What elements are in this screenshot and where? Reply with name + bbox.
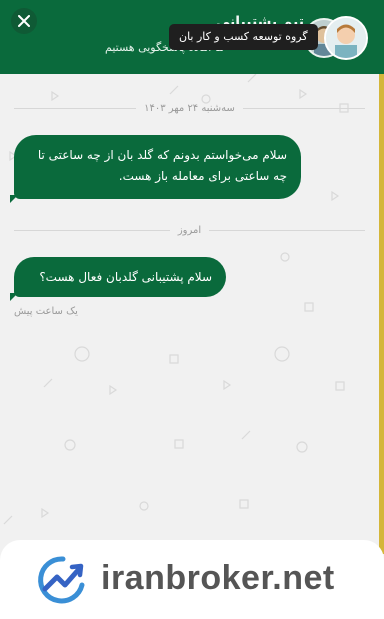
- close-icon: [18, 15, 30, 27]
- message-list[interactable]: سه‌شنبه ۲۴ مهر ۱۴۰۳ سلام می‌خواستم بدونم…: [0, 74, 379, 544]
- divider-line: [14, 107, 137, 109]
- date-divider: سه‌شنبه ۲۴ مهر ۱۴۰۳: [14, 101, 365, 115]
- team-tooltip: گروه توسعه کسب و کار بان: [169, 24, 318, 50]
- divider-line: [209, 229, 365, 231]
- person-icon: [326, 18, 366, 58]
- chat-widget: تیم پشتیبانی ما آماده پاسخگویی هستیم گرو…: [0, 0, 384, 619]
- message-timestamp: یک ساعت پیش: [14, 306, 78, 317]
- message-bubble: سلام می‌خواستم بدونم که گلد بان از چه سا…: [14, 135, 301, 199]
- page-edge-strip: [379, 74, 384, 554]
- divider-line: [14, 229, 170, 231]
- bubble-tail: [10, 195, 18, 203]
- divider-line: [242, 107, 365, 109]
- today-divider-text: امروز: [177, 224, 202, 236]
- date-divider-text: سه‌شنبه ۲۴ مهر ۱۴۰۳: [144, 102, 235, 114]
- brand-wordmark: iranbroker.net: [101, 559, 335, 597]
- close-button[interactable]: [11, 8, 37, 34]
- message-bubble: سلام پشتیبانی گلدبان فعال هست؟: [14, 257, 226, 297]
- today-divider: امروز: [14, 223, 365, 237]
- brand-logo-icon: [38, 556, 85, 604]
- chat-header: تیم پشتیبانی ما آماده پاسخگویی هستیم گرو…: [0, 0, 384, 74]
- agent-avatar: [324, 16, 368, 60]
- bubble-tail: [10, 293, 18, 301]
